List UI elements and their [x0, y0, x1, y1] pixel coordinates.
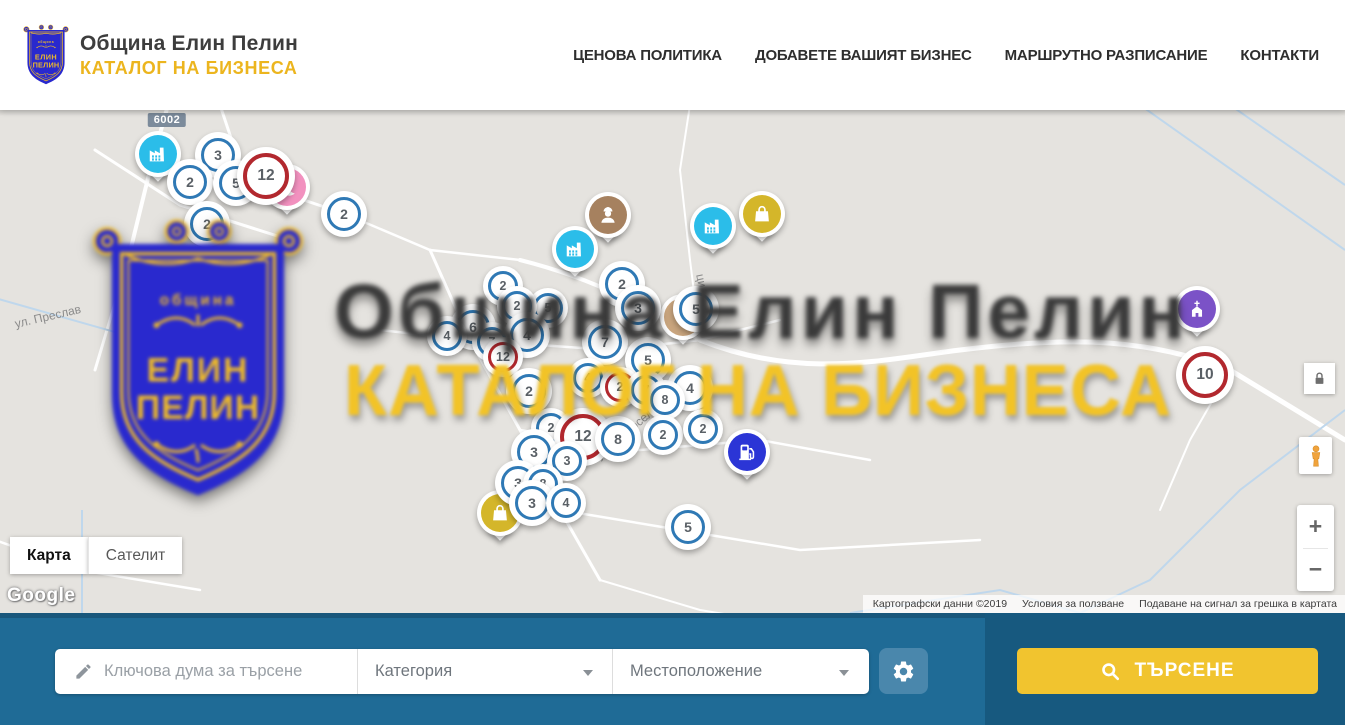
zoom-control: + − — [1297, 505, 1334, 591]
site-title: Община Елин Пелин — [80, 32, 298, 56]
search-icon — [1100, 661, 1121, 682]
cluster-marker[interactable]: 3 — [615, 285, 661, 331]
municipality-logo: община ЕЛИН ПЕЛИН — [22, 22, 70, 88]
shield-top-text: община — [38, 40, 55, 44]
pegman-icon — [1304, 442, 1328, 470]
cluster-marker[interactable]: 8 — [645, 380, 685, 420]
nav-route-schedule[interactable]: МАРШРУТНО РАЗПИСАНИЕ — [1005, 47, 1208, 64]
nav-add-your-business[interactable]: ДОБАВЕТЕ ВАШИЯТ БИЗНЕС — [755, 47, 972, 64]
pencil-icon — [74, 662, 93, 681]
cluster-marker[interactable]: 2 — [683, 409, 723, 449]
cluster-marker[interactable]: 2 — [184, 201, 230, 247]
gear-icon — [891, 659, 916, 684]
cluster-marker[interactable]: 4 — [427, 316, 467, 356]
site-subtitle: КАТАЛОГ НА БИЗНЕСА — [80, 58, 298, 79]
search-submit-button[interactable]: ТЪРСЕНЕ — [1017, 648, 1318, 694]
map-canvas[interactable]: 6002ул. Преславбул. „Новоселции“ 3251222… — [0, 110, 1345, 613]
header: община ЕЛИН ПЕЛИН Община Елин Пелин КАТА… — [0, 0, 1345, 110]
zoom-out-button[interactable]: − — [1297, 549, 1334, 592]
page: община ЕЛИН ПЕЛИН Община Елин Пелин КАТА… — [0, 0, 1345, 725]
map-type-map-button[interactable]: Карта — [10, 537, 88, 574]
pin-marker-bag[interactable] — [739, 191, 785, 237]
attribution-terms-link[interactable]: Условия за ползване — [1022, 598, 1124, 610]
location-select[interactable]: Местоположение — [613, 649, 868, 694]
cluster-marker[interactable]: 10 — [1176, 346, 1234, 404]
lock-icon — [1311, 370, 1328, 387]
attribution-report-link[interactable]: Подаване на сигнал за грешка в картата — [1139, 598, 1337, 610]
search-bar: Категория Местоположение ТЪРСЕНЕ — [0, 613, 1345, 725]
keyword-search-input[interactable] — [104, 662, 357, 681]
keyword-field — [55, 649, 358, 694]
cluster-marker[interactable]: 2 — [643, 415, 683, 455]
cluster-marker[interactable]: 2 — [167, 159, 213, 205]
chevron-down-icon — [839, 670, 849, 676]
cluster-marker[interactable]: 2 — [506, 368, 552, 414]
cluster-marker[interactable]: 5 — [673, 286, 719, 332]
pin-marker-fuel[interactable] — [724, 429, 770, 475]
shield-name-line1: ЕЛИН — [35, 53, 57, 62]
search-input-group: Категория Местоположение — [55, 649, 869, 694]
pin-marker-factory[interactable] — [690, 203, 736, 249]
cluster-marker[interactable]: 12 — [237, 147, 295, 205]
map-type-satellite-button[interactable]: Сателит — [88, 537, 182, 574]
cluster-marker[interactable]: 2 — [321, 191, 367, 237]
brand-home-link[interactable]: община ЕЛИН ПЕЛИН Община Елин Пелин КАТА… — [22, 22, 298, 88]
location-select-value: Местоположение — [630, 662, 762, 681]
cluster-marker[interactable]: 5 — [665, 504, 711, 550]
cluster-marker[interactable]: 4 — [546, 483, 586, 523]
pin-marker-church[interactable] — [1174, 286, 1220, 332]
category-select[interactable]: Категория — [358, 649, 613, 694]
main-nav: ЦЕНОВА ПОЛИТИКА ДОБАВЕТЕ ВАШИЯТ БИЗНЕС М… — [573, 47, 1319, 64]
map-markers: 3251222225352644771254224782128223338345… — [0, 110, 1345, 613]
shield-name-line2: ПЕЛИН — [33, 61, 60, 70]
map-type-control: Карта Сателит — [10, 537, 182, 574]
attribution-copyright: Картографски данни ©2019 — [873, 598, 1007, 610]
map-lock-control[interactable] — [1304, 363, 1335, 394]
cluster-marker[interactable]: 8 — [595, 416, 641, 462]
advanced-search-settings-button[interactable] — [879, 648, 928, 694]
street-view-pegman[interactable] — [1299, 437, 1332, 474]
google-logo[interactable]: Google — [7, 585, 75, 607]
chevron-down-icon — [583, 670, 593, 676]
zoom-in-button[interactable]: + — [1297, 505, 1334, 548]
nav-pricing-policy[interactable]: ЦЕНОВА ПОЛИТИКА — [573, 47, 722, 64]
pin-marker-factory[interactable] — [552, 226, 598, 272]
map-attribution: Картографски данни ©2019 Условия за полз… — [863, 595, 1345, 613]
category-select-value: Категория — [375, 662, 452, 681]
search-button-label: ТЪРСЕНЕ — [1134, 660, 1234, 682]
nav-contacts[interactable]: КОНТАКТИ — [1240, 47, 1319, 64]
